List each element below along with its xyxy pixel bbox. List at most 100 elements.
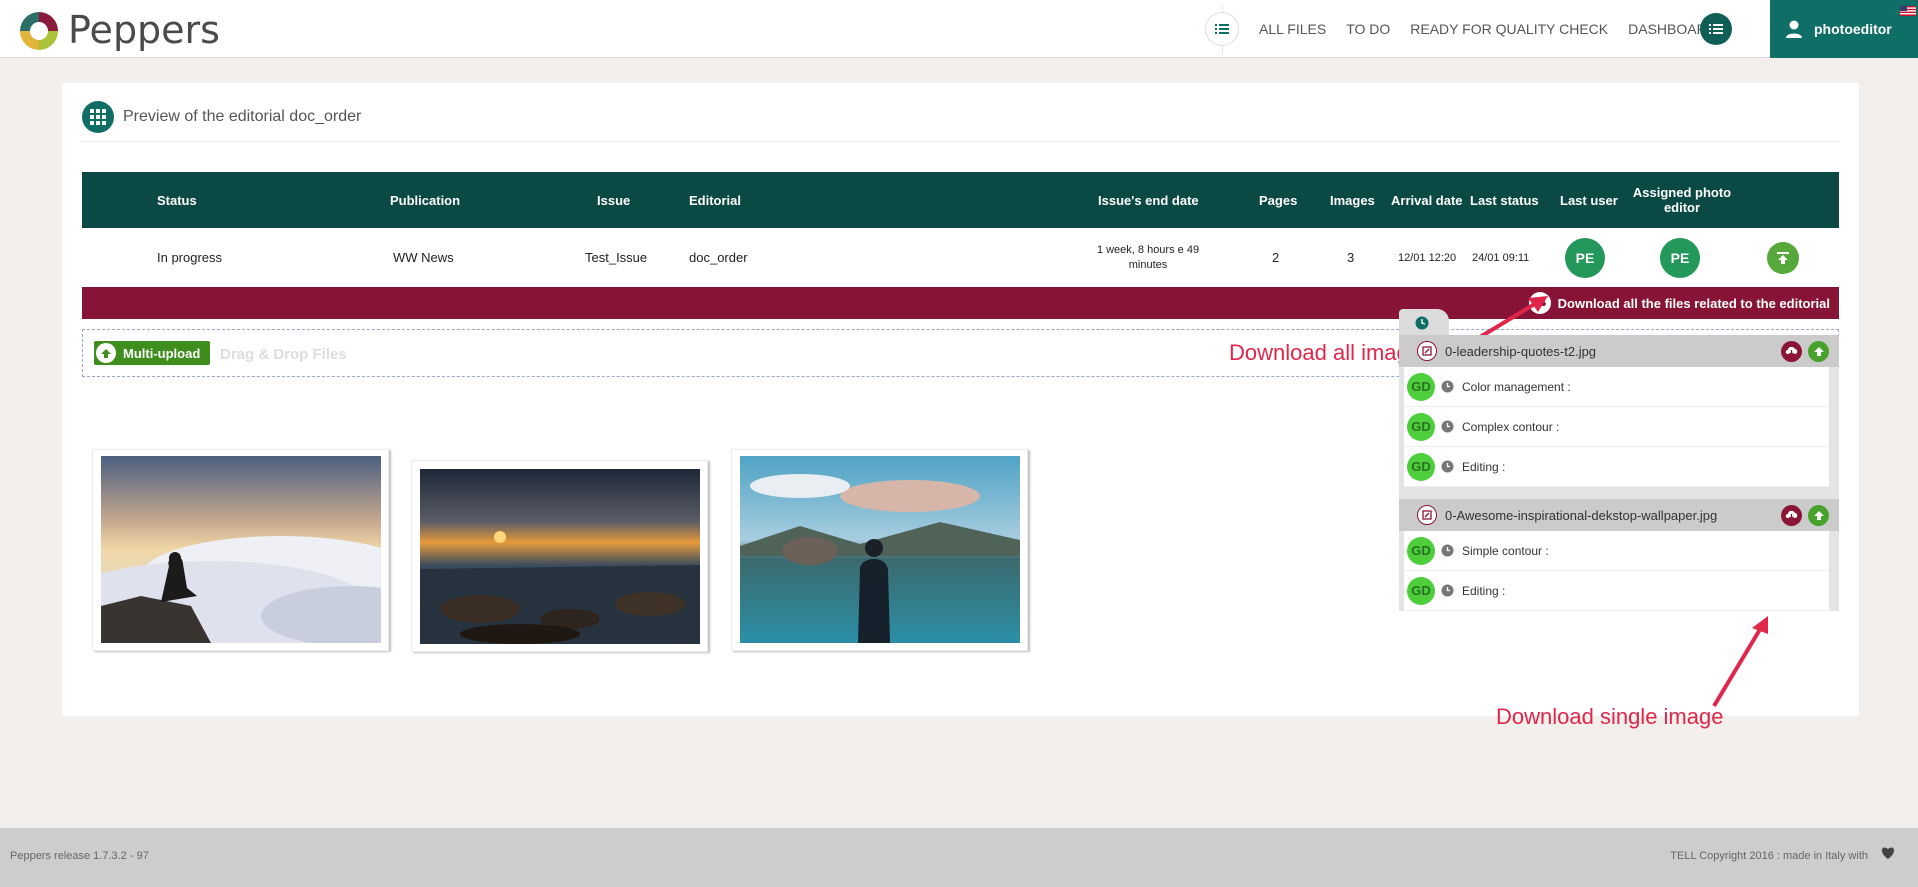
- editor-badge: GD: [1407, 536, 1435, 565]
- cell-publication: WW News: [393, 250, 454, 265]
- file-actions: [1781, 505, 1829, 526]
- col-issue: Issue: [597, 192, 631, 208]
- download-all-label: Download all the files related to the ed…: [1557, 295, 1830, 311]
- top-header: Peppers ALL FILES TO DO READY FOR QUALIT…: [0, 0, 1918, 58]
- col-images: Images: [1330, 192, 1375, 208]
- task-row[interactable]: GD Simple contour :: [1404, 531, 1829, 571]
- task-label: Complex contour :: [1462, 419, 1560, 434]
- col-status: Status: [157, 192, 197, 208]
- editor-badge: GD: [1407, 372, 1435, 401]
- menu-list-button[interactable]: [1700, 13, 1732, 45]
- upload-icon: [1777, 251, 1789, 264]
- col-last-user: Last user: [1560, 192, 1618, 208]
- cell-pages: 2: [1272, 250, 1280, 265]
- clock-icon: [1441, 544, 1454, 557]
- task-row[interactable]: GD Color management :: [1404, 367, 1829, 407]
- cell-arrival-date: 12/01 12:20: [1398, 251, 1457, 264]
- thumbnail-lake-man: [740, 456, 1020, 643]
- file-name: 0-Awesome-inspirational-dekstop-wallpape…: [1445, 507, 1718, 523]
- file-header[interactable]: 0-leadership-quotes-t2.jpg: [1399, 335, 1839, 367]
- download-all-bar[interactable]: Download all the files related to the ed…: [82, 287, 1839, 319]
- download-file-button[interactable]: [1781, 341, 1802, 362]
- grid-icon: [82, 101, 114, 133]
- file-name: 0-leadership-quotes-t2.jpg: [1445, 343, 1597, 359]
- list-icon: [1709, 24, 1723, 34]
- multi-upload-label: Multi-upload: [123, 345, 201, 361]
- page-footer: Peppers release 1.7.3.2 - 97 TELL Copyri…: [0, 828, 1918, 887]
- upload-icon: [1813, 347, 1824, 356]
- release-version: Peppers release 1.7.3.2 - 97: [10, 850, 149, 862]
- annotation-download-single: Download single image: [1496, 704, 1724, 729]
- peppers-logo-icon[interactable]: [18, 10, 60, 52]
- multi-upload-button[interactable]: Multi-upload: [94, 341, 211, 365]
- col-assigned-photo-editor: Assigned photo editor: [1632, 185, 1732, 215]
- col-end-date: Issue's end date: [1098, 192, 1199, 208]
- username: photoeditor: [1814, 21, 1892, 37]
- task-row[interactable]: GD Editing :: [1404, 447, 1829, 487]
- table-header: Status Publication Issue Editorial Issue…: [82, 172, 1839, 228]
- upload-top-button[interactable]: [1767, 241, 1799, 274]
- nav-all-files[interactable]: ALL FILES: [1259, 21, 1326, 37]
- cloud-upload-icon: [96, 343, 116, 363]
- cell-images: 3: [1347, 250, 1355, 265]
- history-tab[interactable]: [1399, 309, 1449, 336]
- task-row[interactable]: GD Complex contour :: [1404, 407, 1829, 447]
- cloud-download-icon: [1785, 346, 1798, 356]
- main-nav: ALL FILES TO DO READY FOR QUALITY CHECK …: [1205, 0, 1717, 58]
- col-arrival-date: Arrival date: [1391, 192, 1463, 208]
- image-thumbnail[interactable]: [731, 449, 1028, 651]
- assigned-editor-avatar[interactable]: PE: [1660, 237, 1700, 278]
- divider: [82, 141, 1839, 142]
- task-row[interactable]: GD Editing :: [1404, 571, 1829, 611]
- user-menu[interactable]: photoeditor: [1770, 0, 1918, 58]
- thumbnail-sea-of-clouds: [101, 456, 381, 643]
- col-pages: Pages: [1259, 192, 1298, 208]
- editor-badge: GD: [1407, 576, 1435, 605]
- image-thumbnail[interactable]: [411, 460, 708, 652]
- brand-name: Peppers: [68, 8, 220, 52]
- image-file-icon: [1417, 505, 1437, 525]
- table-row[interactable]: In progress WW News Test_Issue doc_order…: [82, 228, 1839, 287]
- upload-file-button[interactable]: [1808, 341, 1829, 362]
- list-view-button[interactable]: [1205, 12, 1239, 46]
- cell-status: In progress: [157, 250, 223, 265]
- nav-to-do[interactable]: TO DO: [1346, 21, 1390, 37]
- user-icon: [1786, 20, 1802, 38]
- image-thumbnail[interactable]: [92, 449, 389, 651]
- cloud-download-icon: [1785, 510, 1798, 520]
- clock-icon: [1441, 460, 1454, 473]
- upload-icon: [1813, 511, 1824, 520]
- annotation-arrow-single: [1712, 616, 1768, 708]
- cell-issue: Test_Issue: [585, 250, 648, 265]
- clock-icon: [1415, 316, 1429, 329]
- copyright: TELL Copyright 2016 : made in Italy with: [1670, 850, 1868, 862]
- list-icon: [1215, 24, 1229, 34]
- cell-last-status: 24/01 09:11: [1472, 251, 1530, 264]
- upload-file-button[interactable]: [1808, 505, 1829, 526]
- cell-editorial: doc_order: [689, 250, 748, 265]
- cell-end-date: 1 week, 8 hours e 49 minutes: [1096, 243, 1200, 271]
- file-list: 0-leadership-quotes-t2.jpg GD Color mana…: [1399, 335, 1839, 611]
- col-editorial: Editorial: [689, 192, 742, 208]
- download-file-button[interactable]: [1781, 505, 1802, 526]
- task-label: Color management :: [1462, 379, 1571, 394]
- editor-badge: GD: [1407, 452, 1435, 481]
- clock-icon: [1441, 584, 1454, 597]
- dropzone-text: Drag & Drop Files: [220, 346, 347, 363]
- clock-icon: [1441, 380, 1454, 393]
- heart-icon: [1881, 847, 1895, 859]
- file-header[interactable]: 0-Awesome-inspirational-dekstop-wallpape…: [1399, 499, 1839, 531]
- task-label: Simple contour :: [1462, 543, 1549, 558]
- us-flag-icon[interactable]: [1900, 6, 1916, 16]
- nav-ready-for-quality-check[interactable]: READY FOR QUALITY CHECK: [1410, 21, 1608, 37]
- task-label: Editing :: [1462, 583, 1506, 598]
- thumbnail-sunset-rocks: [420, 469, 700, 644]
- file-actions: [1781, 341, 1829, 362]
- clock-icon: [1441, 420, 1454, 433]
- page-title: Preview of the editorial doc_order: [123, 108, 362, 125]
- editor-badge: GD: [1407, 412, 1435, 441]
- image-file-icon: [1417, 341, 1437, 361]
- last-user-avatar[interactable]: PE: [1565, 237, 1605, 278]
- panel-header: Preview of the editorial doc_order: [82, 101, 361, 133]
